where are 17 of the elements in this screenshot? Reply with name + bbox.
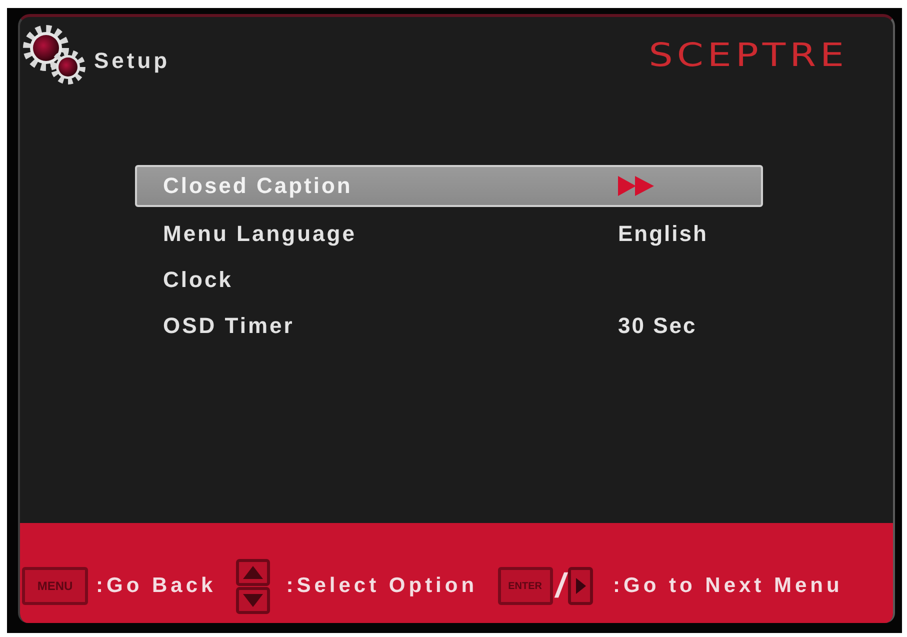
hint-text: :Go Back [96,574,216,598]
setting-value: 30 Sec [618,313,698,339]
up-down-keys-icon [236,558,270,614]
right-arrow-key-icon [568,567,594,605]
key-label: ENTER [498,567,553,605]
setting-value: English [618,221,709,247]
slash-text: / [556,566,566,606]
key-label: MENU [22,567,88,605]
gears-icon [22,24,88,86]
menu-title: Setup [94,48,170,74]
brand-logo: SCEPTRE [648,36,848,74]
menu-item[interactable]: Menu Language English [135,211,763,257]
hint-text: :Go to Next Menu [613,574,843,598]
hint-text: :Select Option [286,574,478,598]
menu-item[interactable]: OSD Timer 30 Sec [135,303,763,349]
fast-forward-icon [618,176,654,196]
menu-item[interactable]: Clock [135,257,763,303]
